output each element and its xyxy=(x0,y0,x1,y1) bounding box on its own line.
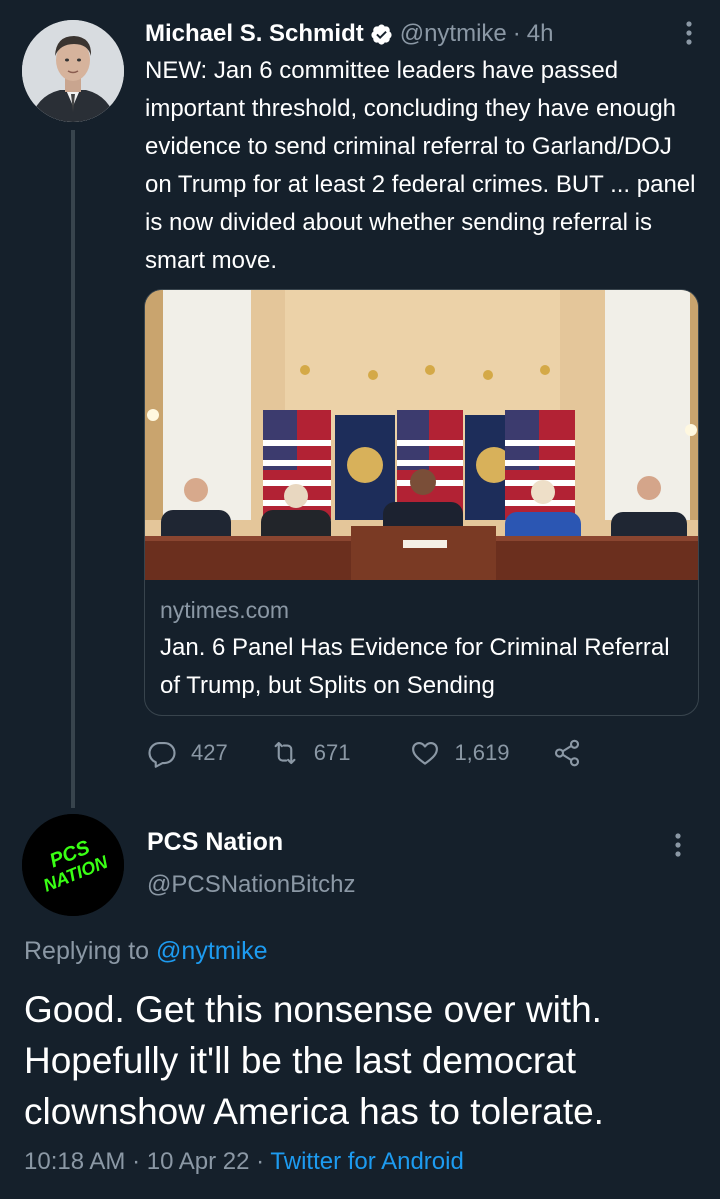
card-domain: nytimes.com xyxy=(160,597,290,623)
share-button[interactable] xyxy=(552,738,582,768)
tweet-time[interactable]: 10:18 AM xyxy=(24,1148,125,1175)
author-handle[interactable]: @PCSNationBitchz xyxy=(147,871,355,899)
replying-handle-link[interactable]: @nytmike xyxy=(156,937,268,965)
card-image xyxy=(145,290,698,580)
more-vertical-icon[interactable] xyxy=(672,830,684,860)
like-button[interactable]: 1,619 xyxy=(410,738,510,768)
like-count: 1,619 xyxy=(454,740,510,765)
tweet-text: Good. Get this nonsense over with. Hopef… xyxy=(24,989,604,1132)
author-name[interactable]: Michael S. Schmidt xyxy=(145,20,364,48)
separator: · xyxy=(256,1148,265,1175)
link-card[interactable]: nytimes.com Jan. 6 Panel Has Evidence fo… xyxy=(144,289,699,716)
avatar[interactable]: PCS NATION xyxy=(22,814,124,916)
more-vertical-icon[interactable] xyxy=(683,18,695,48)
card-title: Jan. 6 Panel Has Evidence for Criminal R… xyxy=(160,634,670,699)
tweet-time[interactable]: 4h xyxy=(527,20,554,48)
share-icon xyxy=(554,739,579,767)
replying-prefix: Replying to xyxy=(24,937,150,965)
replying-to: Replying to @nytmike xyxy=(24,937,268,966)
verified-badge-icon xyxy=(371,23,392,45)
reply-count: 427 xyxy=(191,740,228,765)
retweet-button[interactable]: 671 xyxy=(270,738,351,768)
reply-icon xyxy=(148,741,176,768)
separator: · xyxy=(132,1148,141,1175)
tweet-meta: 10:18 AM · 10 Apr 22 · Twitter for Andro… xyxy=(24,1148,464,1176)
retweet-count: 671 xyxy=(313,740,351,765)
heart-icon xyxy=(412,741,439,765)
tweet-actions: 427 671 1,619 xyxy=(147,735,582,771)
author-name[interactable]: PCS Nation xyxy=(147,828,283,857)
reply-button[interactable]: 427 xyxy=(147,738,228,768)
source-link[interactable]: Twitter for Android xyxy=(270,1148,463,1175)
tweet-header: Michael S. Schmidt @nytmike · 4h xyxy=(145,16,695,52)
tweet-date[interactable]: 10 Apr 22 xyxy=(147,1148,250,1175)
thread-line xyxy=(71,130,75,808)
retweet-icon xyxy=(274,741,296,765)
separator: · xyxy=(512,20,521,47)
avatar[interactable] xyxy=(22,20,124,122)
tweet-text: NEW: Jan 6 committee leaders have passed… xyxy=(145,57,703,274)
author-handle[interactable]: @nytmike xyxy=(400,20,507,48)
